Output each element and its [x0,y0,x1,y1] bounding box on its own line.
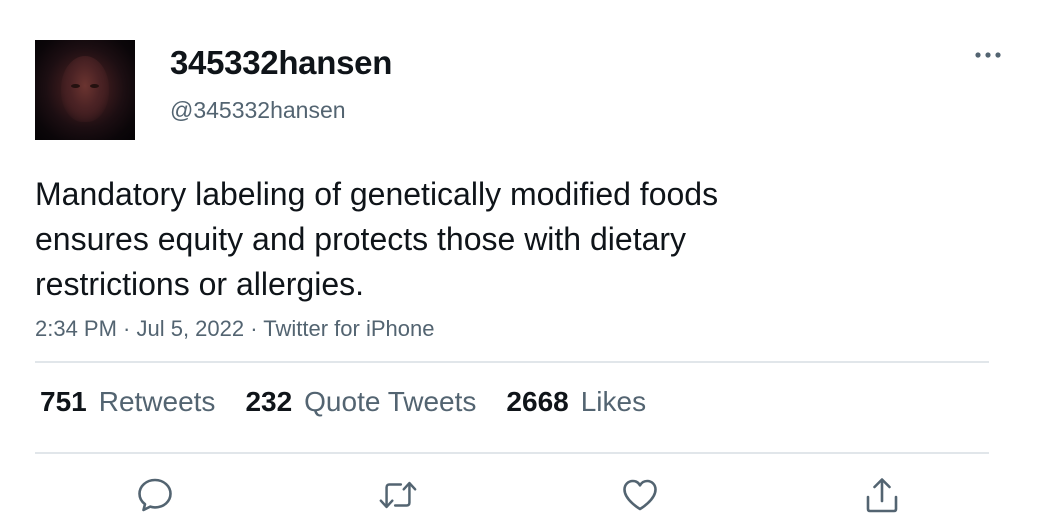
reply-button[interactable] [135,475,175,515]
tweet-text-line: restrictions or allergies. [35,266,364,302]
more-options-button[interactable] [968,40,1008,70]
avatar-eye-left [71,84,80,88]
share-icon [866,478,898,513]
like-button[interactable] [620,475,660,515]
likes-stat[interactable]: 2668 Likes [506,386,646,418]
retweets-stat[interactable]: 751 Retweets [40,386,215,418]
user-handle[interactable]: @345332hansen [170,97,346,124]
quote-tweets-label: Quote Tweets [304,386,477,417]
retweet-icon [379,481,417,509]
quote-tweets-count: 232 [245,386,293,417]
tweet-actions [0,475,1050,515]
tweet-text: Mandatory labeling of genetically modifi… [35,172,855,307]
more-icon [975,52,1001,58]
reply-icon [138,478,172,512]
retweets-label: Retweets [98,386,216,417]
divider-top [35,361,989,363]
tweet-stats: 751 Retweets 232 Quote Tweets 2668 Likes [40,386,676,418]
tweet-text-line: ensures equity and protects those with d… [35,221,687,257]
tweet-text-line: Mandatory labeling of genetically modifi… [35,176,719,212]
display-name[interactable]: 345332hansen [170,44,392,82]
avatar-eye-right [90,84,99,88]
divider-bottom [35,452,989,454]
likes-count: 2668 [506,386,569,417]
tweet-timestamp-source[interactable]: 2:34 PM · Jul 5, 2022 · Twitter for iPho… [35,316,434,342]
heart-icon [623,479,657,511]
retweet-button[interactable] [378,475,418,515]
tweet-card: 345332hansen @345332hansen Mandatory lab… [0,0,1050,525]
share-button[interactable] [862,475,902,515]
avatar-face [61,56,109,122]
retweets-count: 751 [40,386,87,417]
avatar[interactable] [35,40,135,140]
quote-tweets-stat[interactable]: 232 Quote Tweets [245,386,476,418]
likes-label: Likes [580,386,647,417]
